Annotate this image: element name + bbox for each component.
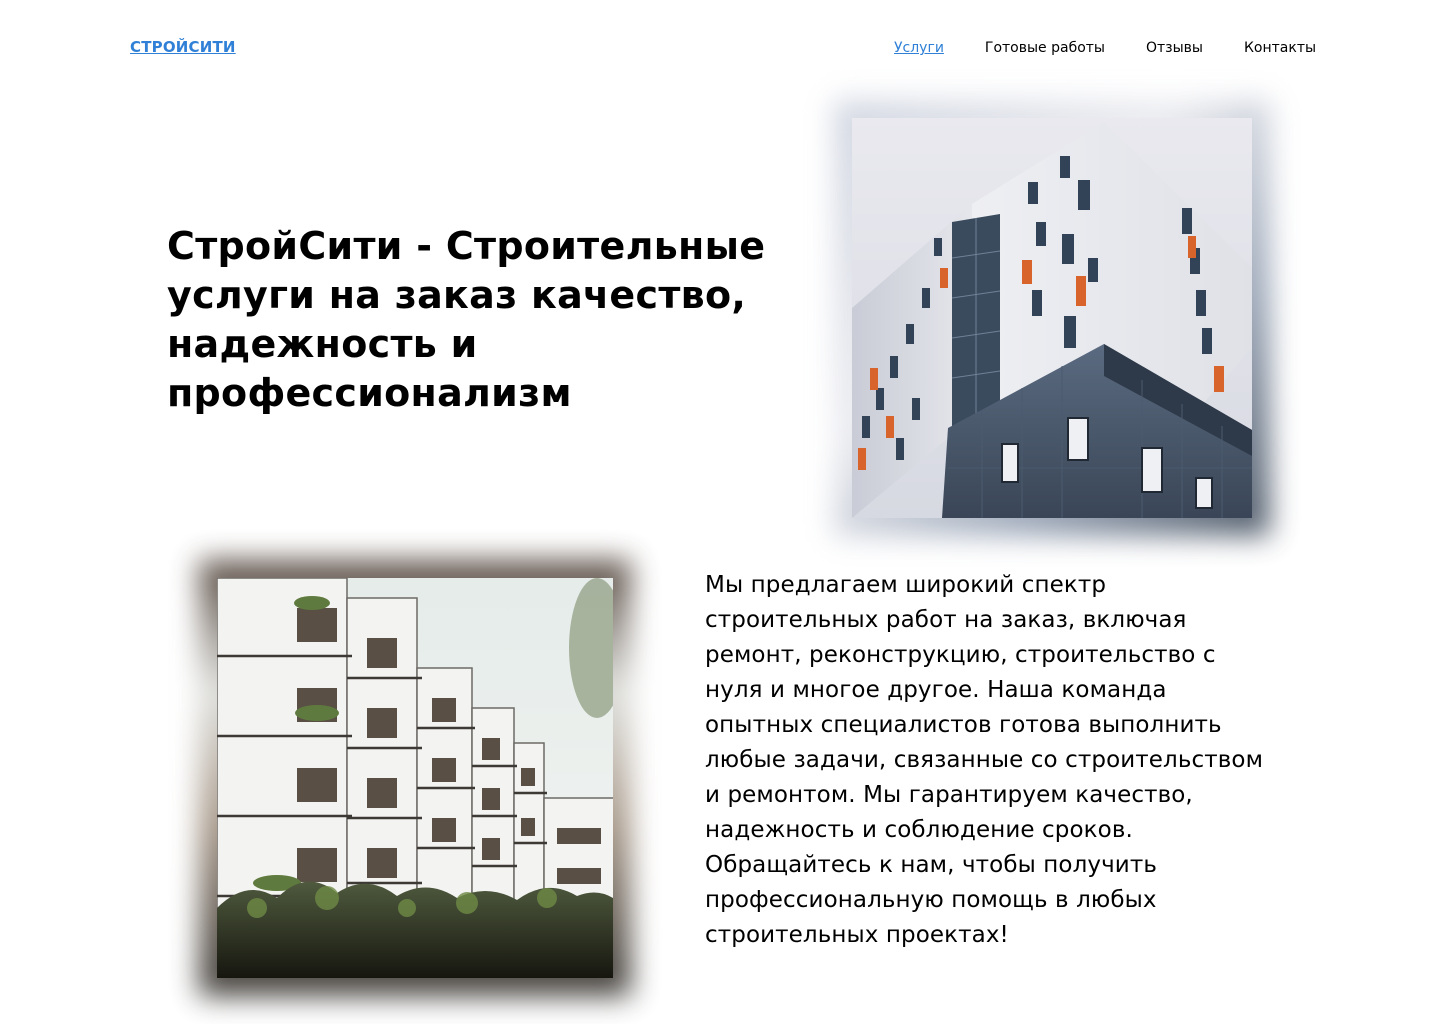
nav-link-services[interactable]: Услуги (894, 40, 944, 56)
main-nav: Услуги Готовые работы Отзывы Контакты (894, 40, 1316, 56)
nav-link-reviews[interactable]: Отзывы (1146, 40, 1203, 56)
nav-link-contacts[interactable]: Контакты (1244, 40, 1316, 56)
nav-link-portfolio[interactable]: Готовые работы (985, 40, 1105, 56)
building-photo (852, 118, 1252, 518)
hero-building-image (834, 100, 1270, 536)
logo-link[interactable]: СТРОЙСИТИ (130, 38, 236, 56)
apartments-photo (217, 578, 613, 978)
hero-title: СтройСити - Строительные услуги на заказ… (167, 224, 766, 415)
apartments-image (199, 560, 631, 996)
about-text: Мы предлагаем широкий спектр строительны… (705, 572, 1264, 948)
page: СТРОЙСИТИ Услуги Готовые работы Отзывы К… (0, 0, 1440, 1024)
